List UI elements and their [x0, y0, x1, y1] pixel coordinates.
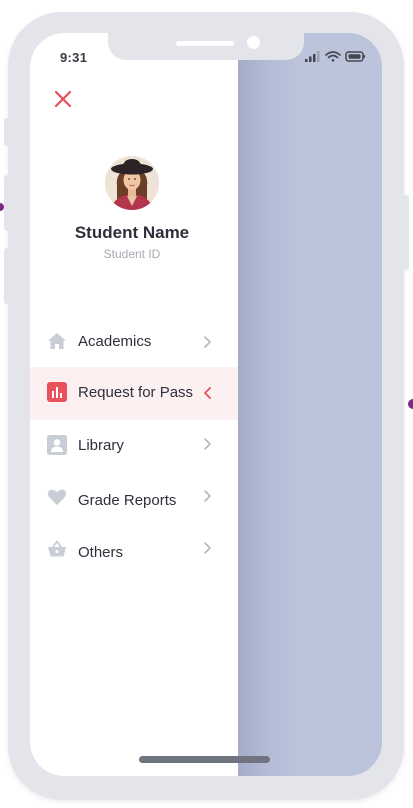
status-time: 9:31 [60, 50, 88, 65]
menu-item-label: Library [78, 437, 124, 454]
menu-item-label: Academics [78, 333, 152, 350]
person-card-icon [47, 435, 67, 455]
close-icon [54, 90, 72, 108]
front-camera [247, 36, 260, 49]
drawer-backdrop[interactable] [238, 33, 382, 776]
avatar[interactable] [105, 156, 159, 210]
home-indicator[interactable] [139, 756, 270, 763]
bar-chart-icon [47, 382, 67, 402]
basket-icon [48, 540, 66, 557]
phone-side-button [4, 175, 10, 231]
wifi-icon [325, 51, 341, 62]
menu-item-grade-reports[interactable]: Grade Reports [30, 472, 238, 524]
menu-item-academics[interactable]: Academics [30, 316, 238, 368]
home-icon [48, 333, 66, 349]
decor-dot-right [408, 399, 413, 409]
chevron-left-icon [204, 387, 211, 399]
menu-item-label: Grade Reports [78, 492, 177, 509]
menu-item-library[interactable]: Library [30, 420, 238, 472]
menu-item-others[interactable]: Others [30, 524, 238, 576]
chevron-right-icon [204, 490, 211, 502]
chevron-right-icon [204, 336, 211, 348]
heart-icon [47, 489, 67, 505]
phone-side-button [4, 248, 10, 304]
chevron-right-icon [204, 542, 211, 554]
battery-icon [345, 51, 365, 62]
menu-item-label: Request for Pass [78, 384, 194, 401]
speaker-grille [176, 41, 234, 46]
avatar-image [105, 156, 159, 210]
chevron-right-icon [204, 438, 211, 450]
status-icons [303, 48, 367, 64]
profile-student-id: Student ID [103, 247, 161, 261]
profile-name: Student Name [74, 223, 190, 242]
menu-item-request-for-pass[interactable]: Request for Pass [30, 367, 238, 420]
phone-notch [108, 33, 304, 60]
menu-item-label: Others [78, 544, 124, 561]
phone-side-button [4, 118, 10, 146]
phone-side-button [403, 195, 409, 270]
signal-icon [305, 51, 320, 62]
close-button[interactable] [53, 89, 73, 109]
